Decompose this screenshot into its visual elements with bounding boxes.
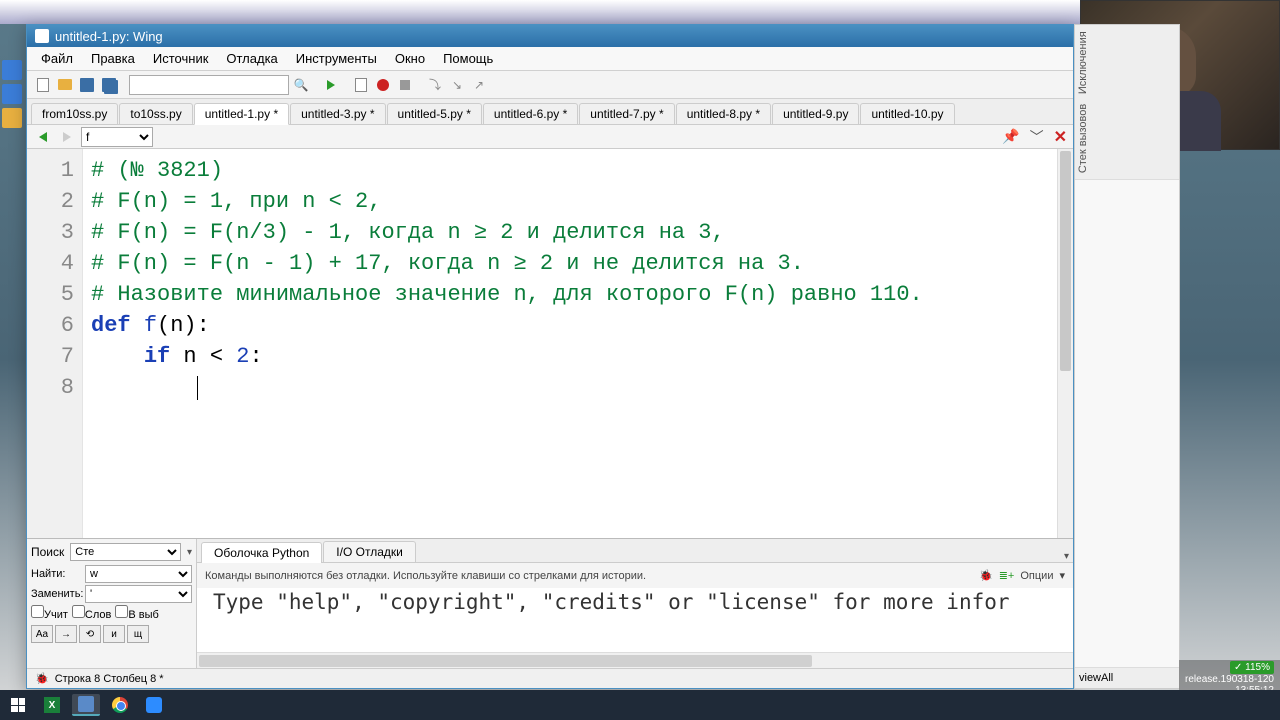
ide-window: untitled-1.py: Wing Файл Правка Источник… xyxy=(26,24,1074,689)
chevron-down-icon[interactable]: ▾ xyxy=(1059,569,1065,582)
run-button[interactable] xyxy=(321,75,341,95)
shell-tab-io[interactable]: I/O Отладки xyxy=(323,541,416,562)
word-checkbox[interactable]: Слов xyxy=(72,605,111,621)
replace-label: Заменить: xyxy=(31,588,83,600)
search-btn-2[interactable]: → xyxy=(55,625,77,643)
right-tab-callstack[interactable]: Стек вызовов xyxy=(1077,104,1177,173)
search-mode-select[interactable]: Сте xyxy=(70,543,181,561)
tab-from10ss[interactable]: from10ss.py xyxy=(31,103,118,124)
search-panel-title: Поиск xyxy=(31,545,64,559)
menu-file[interactable]: Файл xyxy=(33,49,81,68)
taskbar: X xyxy=(0,690,1280,720)
menu-tools[interactable]: Инструменты xyxy=(288,49,385,68)
tab-untitled-3[interactable]: untitled-3.py * xyxy=(290,103,385,124)
start-button[interactable] xyxy=(4,694,32,716)
menu-source[interactable]: Источник xyxy=(145,49,217,68)
step-over-button[interactable]: ⤵ xyxy=(425,75,445,95)
search-icon[interactable]: 🔍 xyxy=(291,75,311,95)
vertical-scrollbar[interactable] xyxy=(1057,149,1073,538)
tab-to10ss[interactable]: to10ss.py xyxy=(119,103,192,124)
search-btn-5[interactable]: щ xyxy=(127,625,149,643)
debug-file-button[interactable] xyxy=(351,75,371,95)
add-icon[interactable]: ≣+ xyxy=(999,569,1015,582)
close-tab-button[interactable]: ✕ xyxy=(1054,127,1067,147)
menubar: Файл Правка Источник Отладка Инструменты… xyxy=(27,47,1073,71)
save-all-button[interactable] xyxy=(99,75,119,95)
menu-edit[interactable]: Правка xyxy=(83,49,143,68)
shell-panel: Оболочка Python I/O Отладки ▾ Команды вы… xyxy=(197,539,1073,668)
tab-untitled-6[interactable]: untitled-6.py * xyxy=(483,103,578,124)
taskbar-excel[interactable]: X xyxy=(38,694,66,716)
pin-icon[interactable]: 📌 xyxy=(1002,128,1019,145)
scrollbar-thumb[interactable] xyxy=(1060,151,1071,371)
step-out-button[interactable]: ↗ xyxy=(469,75,489,95)
statusbar: 🐞 Строка 8 Столбец 8 * xyxy=(27,668,1073,688)
step-into-button[interactable]: ↘ xyxy=(447,75,467,95)
nav-forward-button[interactable] xyxy=(57,127,77,147)
open-file-button[interactable] xyxy=(55,75,75,95)
find-label: Найти: xyxy=(31,568,83,580)
window-title: untitled-1.py: Wing xyxy=(55,29,163,44)
tab-untitled-8[interactable]: untitled-8.py * xyxy=(676,103,771,124)
shell-output[interactable]: Type "help", "copyright", "credits" or "… xyxy=(197,588,1073,652)
taskbar-zoom[interactable] xyxy=(140,694,168,716)
text-cursor xyxy=(197,376,198,400)
selection-checkbox[interactable]: В выб xyxy=(115,605,158,621)
horizontal-scrollbar[interactable] xyxy=(197,652,1073,668)
nav-back-button[interactable] xyxy=(33,127,53,147)
tab-untitled-1[interactable]: untitled-1.py * xyxy=(194,103,289,125)
tab-untitled-7[interactable]: untitled-7.py * xyxy=(579,103,674,124)
app-icon xyxy=(35,29,49,43)
new-file-button[interactable] xyxy=(33,75,53,95)
case-checkbox[interactable]: Учит xyxy=(31,605,68,621)
search-btn-3[interactable]: ⟲ xyxy=(79,625,101,643)
chevron-down-icon[interactable]: ▾ xyxy=(187,547,192,558)
editor-pane: 1 2 3 4 5 6 7 8 # (№ 3821) # F(n) = 1, п… xyxy=(27,149,1073,538)
menu-debug[interactable]: Отладка xyxy=(218,49,285,68)
desktop-icon[interactable] xyxy=(2,60,22,80)
toolbar-search-input[interactable] xyxy=(129,75,289,95)
viewall-link[interactable]: viewAll xyxy=(1079,672,1113,684)
menu-help[interactable]: Помощь xyxy=(435,49,501,68)
bug-icon[interactable]: 🐞 xyxy=(979,569,993,582)
shell-tab-python[interactable]: Оболочка Python xyxy=(201,542,322,563)
debug-button[interactable] xyxy=(373,75,393,95)
release-text: release.190318-120 xyxy=(1185,674,1274,685)
grid-icon[interactable] xyxy=(2,108,22,128)
right-side-panel: Стек вызовов Исключения viewAll xyxy=(1074,24,1180,689)
taskbar-chrome[interactable] xyxy=(106,694,134,716)
chevron-down-icon[interactable]: ﹀ xyxy=(1030,127,1044,147)
shell-hint: Команды выполняются без отладки. Использ… xyxy=(205,570,646,582)
scope-select[interactable]: f xyxy=(81,127,153,147)
desktop-shortcut-strip xyxy=(0,56,26,132)
tab-untitled-5[interactable]: untitled-5.py * xyxy=(387,103,482,124)
bug-icon: 🐞 xyxy=(35,672,49,685)
editor-tabbar: from10ss.py to10ss.py untitled-1.py * un… xyxy=(27,99,1073,125)
menu-window[interactable]: Окно xyxy=(387,49,433,68)
zoom-badge: ✓ 115% xyxy=(1230,661,1274,674)
search-panel: Поиск Сте ▾ Найти: w Заменить: ' Учит Сл… xyxy=(27,539,197,668)
stop-button[interactable] xyxy=(395,75,415,95)
toolbar: 🔍 ⤵ ↘ ↗ xyxy=(27,71,1073,99)
titlebar[interactable]: untitled-1.py: Wing xyxy=(27,25,1073,47)
find-input[interactable]: w xyxy=(85,565,192,583)
replace-input[interactable]: ' xyxy=(85,585,192,603)
options-label[interactable]: Опции xyxy=(1020,570,1053,582)
save-button[interactable] xyxy=(77,75,97,95)
editor-nav-row: f 📌 ﹀ ✕ xyxy=(27,125,1073,149)
chevron-down-icon[interactable]: ▾ xyxy=(1064,551,1069,562)
tab-untitled-9[interactable]: untitled-9.py xyxy=(772,103,859,124)
bottom-panel: Поиск Сте ▾ Найти: w Заменить: ' Учит Сл… xyxy=(27,538,1073,668)
right-tab-exceptions[interactable]: Исключения xyxy=(1077,31,1177,94)
search-btn-4[interactable]: и xyxy=(103,625,125,643)
cursor-position: Строка 8 Столбец 8 * xyxy=(55,673,164,685)
taskbar-wing[interactable] xyxy=(72,694,100,716)
search-btn-1[interactable]: Aa xyxy=(31,625,53,643)
tab-untitled-10[interactable]: untitled-10.py xyxy=(860,103,954,124)
line-number-gutter: 1 2 3 4 5 6 7 8 xyxy=(27,149,83,538)
back-arrow-icon[interactable] xyxy=(2,84,22,104)
code-editor[interactable]: # (№ 3821) # F(n) = 1, при n < 2, # F(n)… xyxy=(83,149,1057,538)
